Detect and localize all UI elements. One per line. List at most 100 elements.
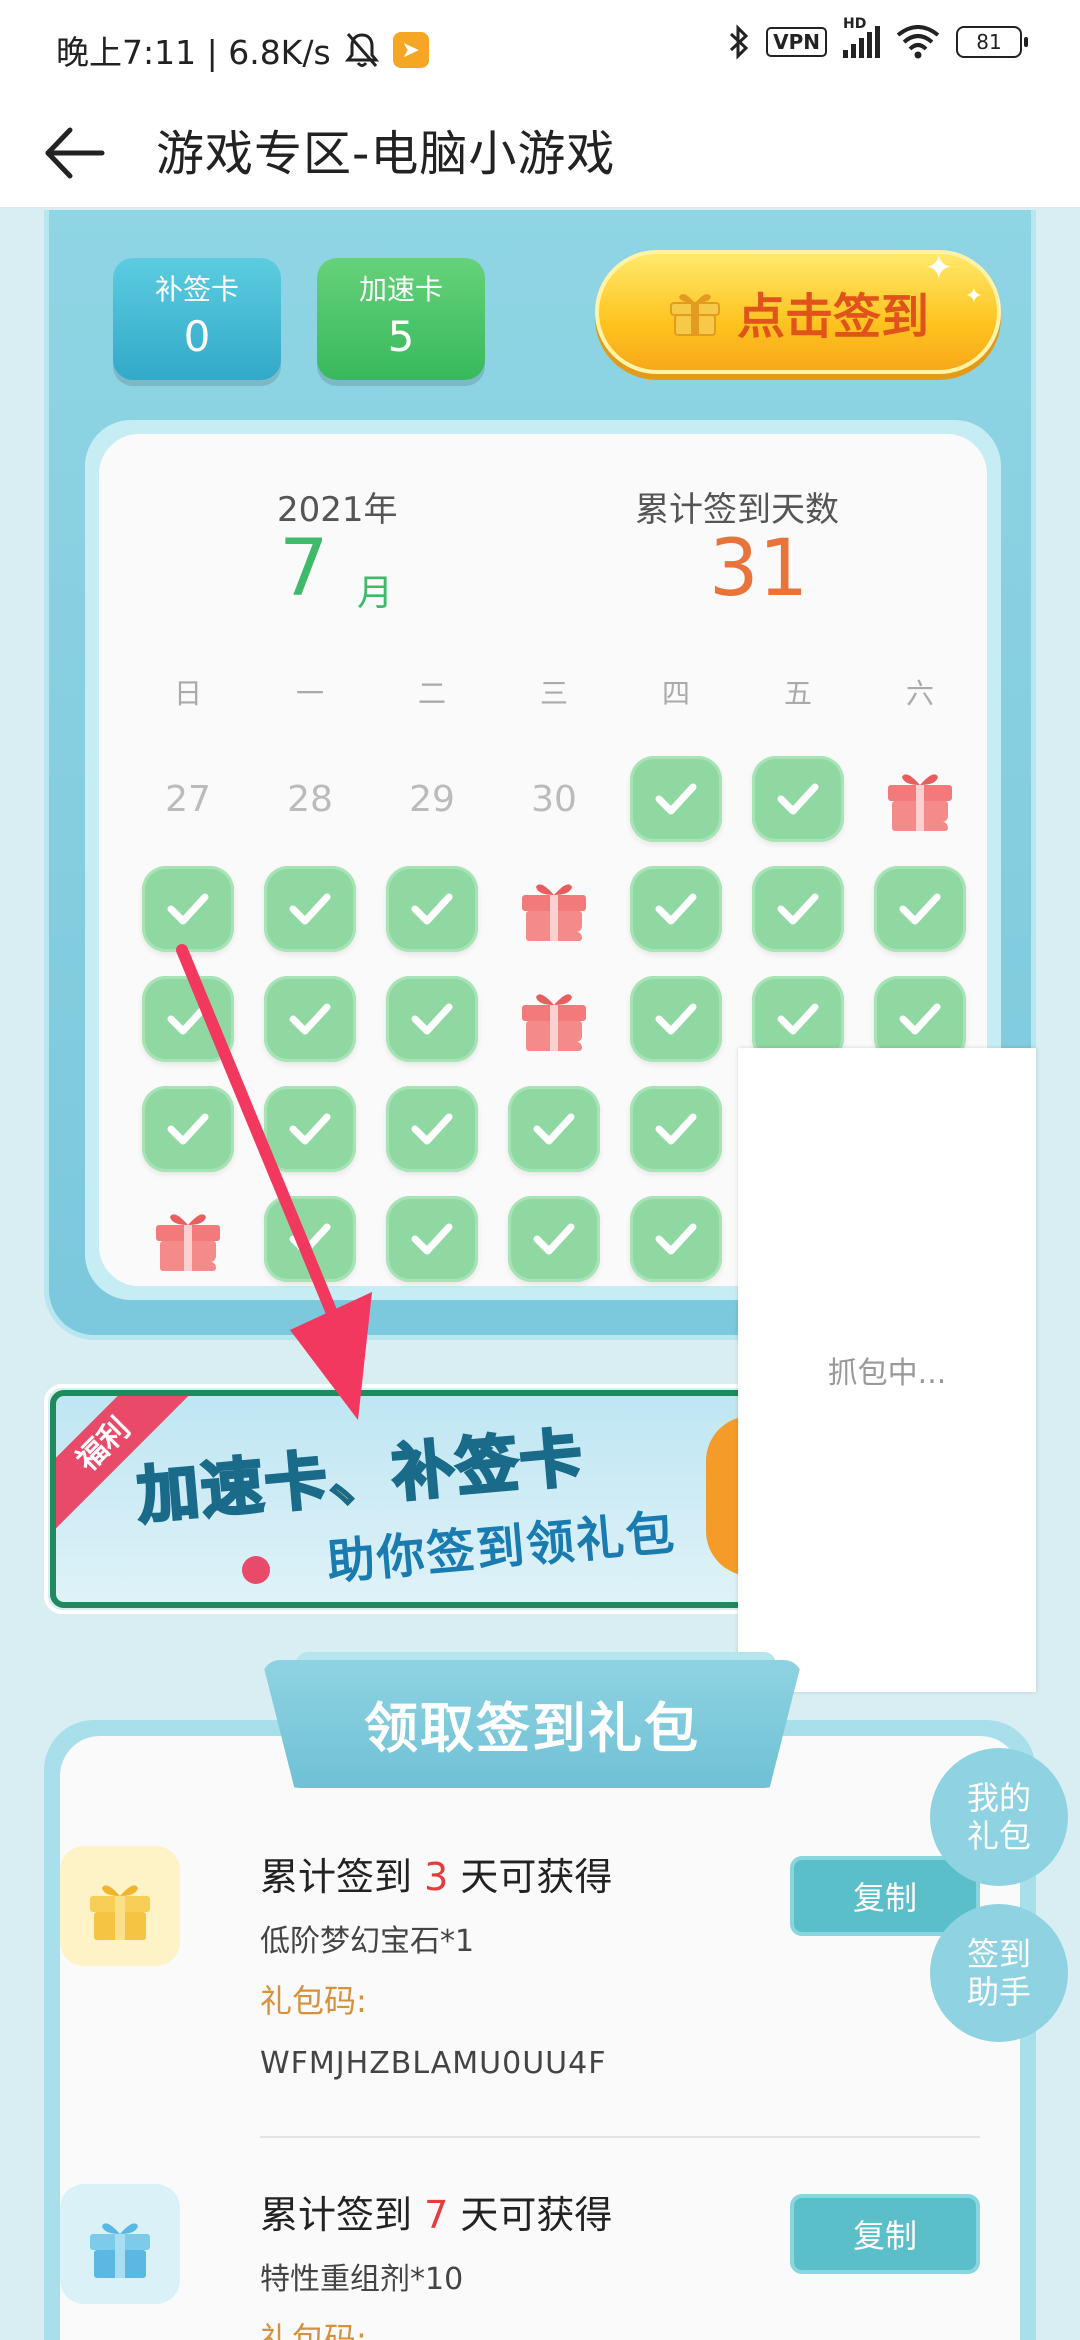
gift-icon: ✦ [514,981,594,1057]
status-time-speed: 晚上7:11 | 6.8K/s [56,33,331,72]
calendar-day: 28 [249,744,371,854]
calendar-day-signed [859,854,981,964]
calendar-month: 7 [279,524,329,614]
check-icon [752,756,844,842]
requirement-days: 3 [424,1855,449,1899]
signin-assistant-button[interactable]: 签到助手 [930,1904,1068,2042]
decor-dot [242,1556,270,1584]
page-title: 游戏专区-电脑小游戏 [156,126,616,182]
requirement-prefix: 累计签到 [260,1855,425,1899]
wifi-icon [896,25,940,59]
gift-code-label: 礼包码: [260,2320,367,2340]
calendar-day-signed [493,1184,615,1294]
calendar-day: 29 [371,744,493,854]
gift-icon: ✦ [148,1201,228,1277]
calendar-day-number: 29 [409,778,455,820]
calendar-day-number: 28 [287,778,333,820]
requirement-suffix: 天可获得 [448,2193,613,2237]
check-icon [386,976,478,1062]
check-icon [630,976,722,1062]
signin-assistant-label: 签到助手 [966,1935,1031,2011]
check-icon [264,1086,356,1172]
battery-icon: 81 [956,26,1028,58]
calendar-day: 30 [493,744,615,854]
calendar-day-signed [371,1184,493,1294]
svg-text:✦: ✦ [576,1035,588,1051]
back-arrow-icon[interactable] [40,118,110,188]
calendar-day-gift: ✦ [493,854,615,964]
calendar-day-signed [615,1074,737,1184]
signal-icon: HD [843,16,880,58]
vpn-badge: VPN [766,27,827,57]
check-icon [264,1196,356,1282]
bluetooth-icon [730,24,749,60]
calendar-day-gift: ✦ [859,744,981,854]
signin-button[interactable]: 点击签到 ✦ ✦ [595,248,1001,374]
gift-icon: ✦ [880,761,960,837]
speed-card-chip[interactable]: 加速卡 5 [317,258,485,380]
calendar-day-signed [615,854,737,964]
calendar-day-number: 30 [531,778,577,820]
my-gift-button[interactable]: 我的礼包 [930,1748,1068,1886]
calendar-day-signed [249,1184,371,1294]
weekday: 二 [417,677,446,710]
calendar-day-signed [127,854,249,964]
copy-button[interactable]: 复制 [790,2194,980,2274]
requirement-days: 7 [424,2193,449,2237]
gift-icon [669,294,720,336]
check-icon [630,1086,722,1172]
gift-box-icon [60,2184,180,2304]
status-right: VPN HD 81 [728,16,1028,60]
calendar-day-signed [493,1074,615,1184]
sparkle-icon: ✦ [964,284,983,309]
requirement-suffix: 天可获得 [448,1855,613,1899]
battery-level: 81 [976,30,1002,54]
calendar-day-signed [249,1074,371,1184]
gift-requirement: 累计签到 7 天可获得 [260,2184,612,2239]
calendar-day-signed [615,1184,737,1294]
capture-status: 抓包中... [827,1356,947,1391]
calendar-day-number: 27 [165,778,211,820]
calendar-day-signed [371,1074,493,1184]
calendar-day: 27 [127,744,249,854]
svg-text:✦: ✦ [942,815,954,831]
gift-requirement: 累计签到 3 天可获得 [260,1846,612,1901]
hd-label: HD [843,16,867,32]
speed-card-label: 加速卡 [358,273,443,306]
weekday: 四 [661,677,690,710]
gift-icon: ✦ [514,871,594,947]
total-signin-days: 31 [709,524,809,614]
check-icon [630,1196,722,1282]
makeup-card-chip[interactable]: 补签卡 0 [113,258,281,380]
calendar-day-signed [615,964,737,1074]
weekday: 五 [783,677,812,710]
makeup-card-label: 补签卡 [154,273,239,306]
calendar-month-unit: 月 [357,573,394,614]
check-icon [142,1086,234,1172]
svg-text:✦: ✦ [576,925,588,941]
gift-item-name: 特性重组剂*10 [260,2262,464,2297]
sparkle-icon: ✦ [924,248,954,288]
calendar-day-signed [371,854,493,964]
requirement-prefix: 累计签到 [260,2193,425,2237]
check-icon [386,866,478,952]
check-icon [142,866,234,952]
check-icon [142,976,234,1062]
weekday: 六 [905,677,934,710]
weekday-header: 日 一 二 三 四 五 六 [127,672,985,712]
divider [260,2136,980,2138]
makeup-card-count: 0 [183,312,211,361]
check-icon [630,756,722,842]
calendar-day-signed [615,744,737,854]
check-icon [630,866,722,952]
check-icon [508,1086,600,1172]
check-icon [508,1196,600,1282]
speed-card-count: 5 [387,312,415,361]
check-icon [386,1086,478,1172]
status-bar: 晚上7:11 | 6.8K/s ➤ VPN HD 81 [0,0,1080,96]
gift-box-icon [60,1846,180,1966]
promo-banner[interactable]: 福利 加速卡、补签卡 助你签到领礼包 [50,1390,770,1608]
signin-button-label: 点击签到 [736,289,929,345]
weekday: 日 [173,677,202,710]
gift-item-name: 低阶梦幻宝石*1 [260,1924,475,1959]
